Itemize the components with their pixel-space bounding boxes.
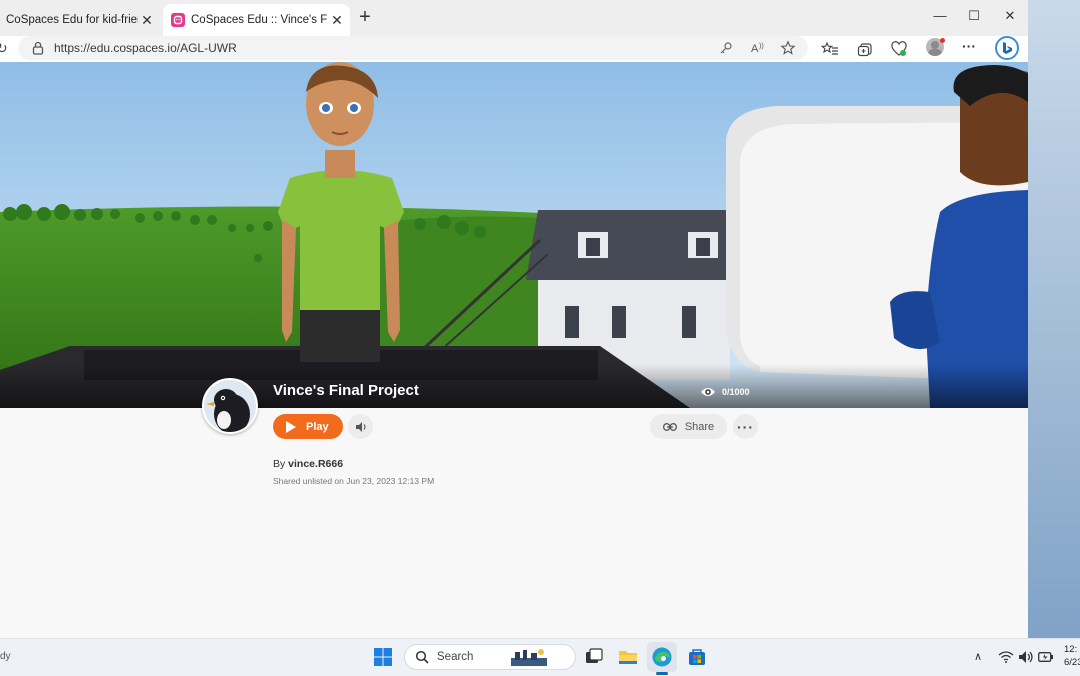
reload-icon[interactable]: ↻ <box>0 40 8 57</box>
penguin-icon <box>204 380 256 432</box>
close-window-button[interactable]: ✕ <box>996 8 1024 28</box>
close-tab-icon[interactable]: ✕ <box>328 12 346 29</box>
close-tab-icon[interactable]: ✕ <box>138 12 156 29</box>
author-name[interactable]: vince.R666 <box>288 458 343 470</box>
bing-copilot-button[interactable] <box>995 36 1019 60</box>
favorites-icon[interactable] <box>821 40 839 58</box>
author-prefix: By <box>273 458 289 470</box>
tab-title: CoSpaces Edu for kid-friendly 3D <box>6 14 138 26</box>
svg-text:)): )) <box>759 43 764 50</box>
eye-icon <box>701 388 715 396</box>
tab-vince-project[interactable]: CoSpaces Edu :: Vince's Final Project ✕ <box>163 4 350 36</box>
volume-icon[interactable] <box>1018 650 1034 664</box>
favorite-star-icon[interactable] <box>780 40 796 56</box>
project-preview-scene[interactable] <box>0 62 1028 408</box>
system-clock[interactable]: 12: 6/23 <box>1064 643 1080 669</box>
edge-browser-icon[interactable] <box>651 646 673 668</box>
share-button[interactable]: Share <box>650 414 727 439</box>
clock-time: 12: <box>1064 644 1078 655</box>
play-label: Play <box>306 420 329 433</box>
file-explorer-icon[interactable] <box>617 646 639 668</box>
scene-illustration <box>0 62 1028 408</box>
play-button[interactable]: Play <box>273 414 343 439</box>
profile-notification-dot <box>940 38 945 43</box>
lock-icon <box>32 41 44 55</box>
windows-start-icon[interactable] <box>374 648 392 666</box>
taskbar-search[interactable]: Search <box>404 644 576 670</box>
collections-icon[interactable] <box>856 40 874 58</box>
browser-essentials-icon[interactable] <box>890 40 908 58</box>
battery-icon[interactable] <box>1038 651 1054 663</box>
shared-date: Shared unlisted on Jun 23, 2023 12:13 PM <box>273 476 435 486</box>
clock-date: 6/23 <box>1064 657 1080 668</box>
svg-text:A: A <box>751 43 759 55</box>
more-options-button[interactable]: ··· <box>733 414 758 439</box>
new-tab-button[interactable]: + <box>356 7 374 27</box>
search-highlight-icon <box>511 649 548 666</box>
cospaces-favicon-icon <box>171 13 185 27</box>
project-title: Vince's Final Project <box>273 382 419 399</box>
view-count-text: 0/1000 <box>722 387 750 397</box>
taskbar: dy Search ∧ 12: 6/23 <box>0 638 1080 676</box>
link-icon <box>662 422 677 431</box>
tab-strip: CoSpaces Edu for kid-friendly 3D ✕ CoSpa… <box>0 0 1028 36</box>
speaker-icon <box>355 421 366 432</box>
tab-title: CoSpaces Edu :: Vince's Final Project <box>191 14 328 26</box>
author-line: By vince.R666 <box>273 458 343 470</box>
browser-window: CoSpaces Edu for kid-friendly 3D ✕ CoSpa… <box>0 0 1028 638</box>
tray-overflow-chevron-icon[interactable]: ∧ <box>974 650 982 663</box>
sound-toggle-button[interactable] <box>348 414 373 439</box>
address-bar[interactable]: https://edu.cospaces.io/AGL-UWR A)) <box>18 36 808 60</box>
tab-cospaces-home[interactable]: CoSpaces Edu for kid-friendly 3D ✕ <box>0 4 160 36</box>
page-content: Vince's Final Project 0/1000 Play Share <box>0 62 1028 638</box>
task-view-icon[interactable] <box>583 646 605 668</box>
wifi-icon[interactable] <box>998 650 1014 664</box>
search-icon <box>415 650 429 664</box>
maximize-button[interactable]: ☐ <box>960 8 988 28</box>
taskbar-status-text: dy <box>0 651 11 662</box>
read-aloud-icon[interactable]: A)) <box>750 40 766 56</box>
author-avatar[interactable] <box>202 378 258 434</box>
hero-gradient-overlay <box>0 364 1028 408</box>
minimize-button[interactable]: — <box>926 8 954 28</box>
bing-icon <box>1003 42 1012 54</box>
key-icon[interactable] <box>718 40 734 56</box>
play-icon <box>286 420 296 433</box>
microsoft-store-icon[interactable] <box>686 646 708 668</box>
view-count: 0/1000 <box>700 386 750 398</box>
search-label: Search <box>437 651 474 663</box>
desktop-wallpaper <box>1028 0 1080 638</box>
settings-more-button[interactable]: ··· <box>962 38 976 54</box>
url-text: https://edu.cospaces.io/AGL-UWR <box>54 41 237 55</box>
share-label: Share <box>684 420 715 433</box>
